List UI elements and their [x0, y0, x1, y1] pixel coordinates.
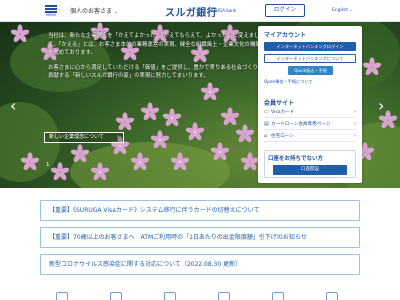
- quick-link-icon[interactable]: [164, 292, 176, 300]
- carousel-next-icon[interactable]: ›: [378, 96, 384, 115]
- member-link-label: Visaカード: [271, 110, 295, 115]
- nav-personal-customers[interactable]: 個人のお客さま ⌄: [70, 6, 118, 15]
- chevron-down-icon: ⌄: [349, 7, 353, 12]
- my-account-heading: マイアカウント: [264, 32, 307, 39]
- nav-personal-label: 個人のお客さま: [70, 8, 113, 15]
- house-icon: ⌂: [264, 133, 268, 139]
- site-header: MENU 個人のお客さま ⌄ スルガ銀行 SURUGA bank ログイン Eng…: [0, 0, 400, 22]
- quick-link-icon[interactable]: [272, 292, 284, 300]
- philosophy-more-label: 新しい企業理念について: [49, 134, 104, 140]
- loan-icon: ▤: [264, 121, 269, 127]
- carousel-prev-icon[interactable]: ‹: [10, 96, 16, 115]
- member-link-label: 住宅ローン: [271, 134, 294, 139]
- language-selector[interactable]: English⌄: [332, 7, 353, 13]
- member-link-housing[interactable]: ⌂ 住宅ローン ›: [264, 131, 356, 142]
- philosophy-more-button[interactable]: 新しい企業理念について ›: [44, 132, 124, 143]
- quick-links-row: [40, 290, 360, 300]
- quick-link-icon[interactable]: [326, 292, 338, 300]
- account-open-box: 口座をお持ちでない方 口座開設: [264, 150, 356, 178]
- quick-link-icon[interactable]: [56, 292, 68, 300]
- carousel-pager[interactable]: 1: [46, 162, 50, 168]
- account-panel: マイアカウント インターネットバンキングログイン インターネットバンキングについ…: [258, 26, 362, 183]
- internet-banking-info-button[interactable]: インターネットバンキングについて: [264, 54, 356, 63]
- hamburger-icon-bar: [45, 8, 57, 10]
- account-open-button[interactable]: 口座開設: [273, 165, 347, 175]
- member-site-heading: 会員サイト: [264, 100, 295, 107]
- notice-item[interactable]: 新型コロナウイルス感染症に関する対応について（2022.08.30 更新）: [40, 254, 360, 275]
- hamburger-icon: [45, 5, 57, 7]
- member-link-label: カードローン会員専用ページ: [271, 122, 331, 127]
- arrow-right-icon: ›: [354, 133, 356, 139]
- arrow-right-icon: ›: [354, 121, 356, 127]
- hero-message: 当社は、新たな企業理念を「かえてよかった」「かえてもらえて、よかった」に変えまし…: [48, 32, 264, 81]
- hero-paragraph-1: 当社は、新たな企業理念を「かえてよかった」「かえてもらえて、よかった」に変えまし…: [48, 33, 261, 57]
- hero-paragraph-2: お客さまに心から満足していただける「価値」をご提供し、豊かで実りある社会づくりに…: [48, 64, 264, 80]
- internet-banking-login-button[interactable]: インターネットバンキングログイン: [264, 42, 356, 51]
- language-label: English: [332, 8, 349, 13]
- arrow-right-icon: ›: [354, 109, 356, 115]
- bank-logo-en: SURUGA bank: [208, 8, 237, 13]
- arrow-right-icon: ›: [117, 134, 119, 140]
- menu-button[interactable]: MENU: [44, 3, 58, 19]
- open-deposit-link[interactable]: Open預金・手続について: [264, 79, 313, 85]
- quick-transfer-button[interactable]: Quick振込・手続: [288, 66, 333, 75]
- member-link-cardloan[interactable]: ▤ カードローン会員専用ページ ›: [264, 119, 356, 130]
- card-icon: ▭: [264, 109, 269, 115]
- notice-item[interactable]: 【重要】《SURUGA Visaカード》システム移行に伴うカードの切替えについて: [40, 200, 360, 221]
- menu-label: MENU: [45, 13, 57, 17]
- quick-link-icon[interactable]: [110, 292, 122, 300]
- member-link-visa[interactable]: ▭ Visaカード ›: [264, 107, 356, 118]
- login-button[interactable]: ログイン: [265, 4, 305, 17]
- account-open-heading: 口座をお持ちでない方: [268, 156, 324, 162]
- notice-item[interactable]: 【重要】70歳以上のお客さまへ ATMご利用時の「1日あたりの出金限度額」引下げ…: [40, 227, 360, 248]
- chevron-down-icon: ⌄: [114, 9, 119, 15]
- quick-link-icon[interactable]: [218, 292, 230, 300]
